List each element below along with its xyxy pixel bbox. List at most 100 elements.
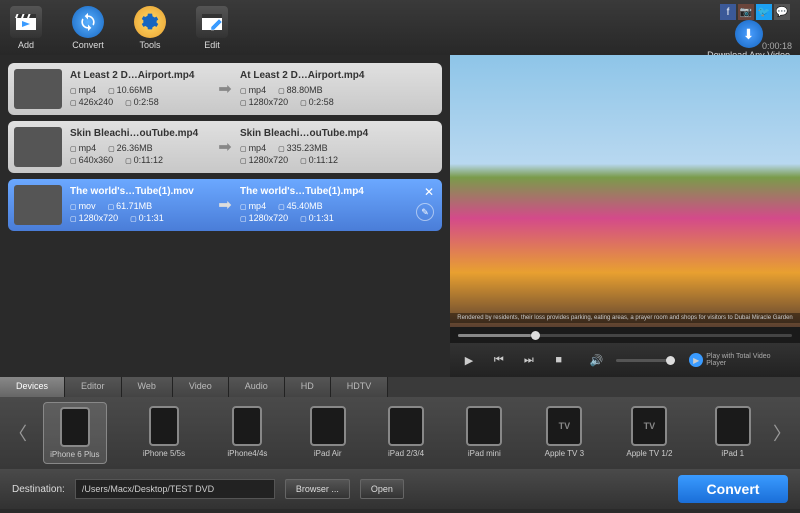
tab-video[interactable]: Video [173, 377, 229, 397]
preview-caption: Rendered by residents, their loss provid… [450, 313, 800, 323]
device-label: iPad 2/3/4 [388, 449, 424, 458]
src-size: 10.66MB [108, 85, 153, 95]
device-icon [310, 406, 346, 446]
dst-duration: 0:1:31 [300, 213, 334, 223]
browser-button[interactable]: Browser ... [285, 479, 350, 499]
dst-format: mp4 [240, 143, 266, 153]
download-icon: ⬇ [735, 20, 763, 48]
thumbnail [14, 185, 62, 225]
convert-main-button[interactable]: Convert [678, 475, 788, 503]
dst-size: 45.40MB [278, 201, 323, 211]
main-toolbar: Add Convert Tools Edit f 📷 🐦 💬 ⬇ Downloa… [0, 0, 800, 55]
volume-slider[interactable] [616, 359, 676, 362]
arrow-icon: ➡ [210, 195, 240, 215]
dst-title: The world's…Tube(1).mp4 [240, 186, 380, 197]
device-label: iPad Air [314, 449, 342, 458]
src-resolution: 640x360 [70, 155, 113, 165]
pencil-icon [196, 6, 228, 38]
device-prev-button[interactable]: 〈 [8, 420, 28, 446]
edit-button[interactable]: Edit [196, 6, 228, 50]
tab-hdtv[interactable]: HDTV [331, 377, 389, 397]
tab-editor[interactable]: Editor [65, 377, 122, 397]
facebook-icon[interactable]: f [720, 4, 736, 20]
convert-button[interactable]: Convert [72, 6, 104, 50]
footer-bar: Destination: Browser ... Open Convert [0, 469, 800, 509]
device-label: Apple TV 1/2 [626, 449, 672, 458]
src-format: mp4 [70, 85, 96, 95]
time-display: 0:00:18 [762, 41, 792, 51]
device-icon [149, 406, 179, 446]
device-label: iPhone4/4s [227, 449, 267, 458]
src-title: Skin Bleachi…ouTube.mp4 [70, 128, 210, 139]
volume-icon[interactable]: 🔊 [586, 349, 608, 371]
dst-size: 88.80MB [278, 85, 323, 95]
src-duration: 0:1:31 [130, 213, 164, 223]
device-icon [466, 406, 502, 446]
dst-resolution: 1280x720 [240, 155, 288, 165]
destination-label: Destination: [12, 484, 65, 495]
device-label: iPhone 6 Plus [50, 450, 99, 459]
stop-button[interactable]: ■ [548, 349, 570, 371]
dst-format: mp4 [240, 85, 266, 95]
device-icon [388, 406, 424, 446]
gear-icon [134, 6, 166, 38]
file-list: At Least 2 D…Airport.mp4 mp4 10.66MB 426x… [0, 55, 450, 377]
device-option[interactable]: iPhone4/4s [221, 402, 273, 464]
clapperboard-icon [10, 6, 42, 38]
src-format: mov [70, 201, 96, 211]
tab-devices[interactable]: Devices [0, 377, 65, 397]
device-option[interactable]: iPad Air [304, 402, 352, 464]
dst-format: mp4 [240, 201, 266, 211]
file-item[interactable]: The world's…Tube(1).mov mov61.71MB 1280x… [8, 179, 442, 231]
other-icon[interactable]: 💬 [774, 4, 790, 20]
device-option[interactable]: TVApple TV 1/2 [620, 402, 678, 464]
device-option[interactable]: iPhone 6 Plus [43, 402, 106, 464]
arrow-icon: ➡ [210, 79, 240, 99]
dst-duration: 0:2:58 [300, 97, 334, 107]
device-option[interactable]: iPad mini [460, 402, 508, 464]
add-button[interactable]: Add [10, 6, 42, 50]
file-item[interactable]: Skin Bleachi…ouTube.mp4 mp426.36MB 640x3… [8, 121, 442, 173]
src-title: At Least 2 D…Airport.mp4 [70, 70, 210, 81]
open-button[interactable]: Open [360, 479, 404, 499]
device-option[interactable]: iPad 1 [709, 402, 757, 464]
refresh-icon [72, 6, 104, 38]
device-option[interactable]: iPhone 5/5s [137, 402, 191, 464]
device-next-button[interactable]: 〉 [772, 420, 792, 446]
preview-panel: Rendered by residents, their loss provid… [450, 55, 800, 377]
dst-size: 335.23MB [278, 143, 328, 153]
tab-audio[interactable]: Audio [229, 377, 285, 397]
instagram-icon[interactable]: 📷 [738, 4, 754, 20]
src-resolution: 1280x720 [70, 213, 118, 223]
tab-hd[interactable]: HD [285, 377, 331, 397]
device-label: Apple TV 3 [545, 449, 584, 458]
next-button[interactable]: ⏭ [518, 349, 540, 371]
arrow-icon: ➡ [210, 137, 240, 157]
twitter-icon[interactable]: 🐦 [756, 4, 772, 20]
device-label: iPad mini [468, 449, 501, 458]
dst-resolution: 1280x720 [240, 213, 288, 223]
play-external-link[interactable]: ▶ Play with Total Video Player [689, 353, 792, 367]
device-label: iPad 1 [721, 449, 744, 458]
dst-duration: 0:11:12 [300, 155, 338, 165]
tab-web[interactable]: Web [122, 377, 173, 397]
edit-item-button[interactable]: ✎ [416, 203, 434, 221]
play-button[interactable]: ▶ [458, 349, 480, 371]
prev-button[interactable]: ⏮ [488, 349, 510, 371]
video-preview[interactable]: Rendered by residents, their loss provid… [450, 55, 800, 327]
download-any-video-button[interactable]: ⬇ Download Any Video [707, 20, 790, 60]
tools-button[interactable]: Tools [134, 6, 166, 50]
dst-title: At Least 2 D…Airport.mp4 [240, 70, 380, 81]
thumbnail [14, 69, 62, 109]
device-option[interactable]: iPad 2/3/4 [382, 402, 430, 464]
destination-input[interactable] [75, 479, 275, 499]
social-links: f 📷 🐦 💬 [720, 4, 790, 20]
device-icon: TV [546, 406, 582, 446]
close-icon[interactable]: ✕ [424, 185, 434, 199]
file-item[interactable]: At Least 2 D…Airport.mp4 mp4 10.66MB 426x… [8, 63, 442, 115]
seek-bar[interactable]: 0:00:18 [450, 327, 800, 343]
player-controls: ▶ ⏮ ⏭ ■ 🔊 ▶ Play with Total Video Player [450, 343, 800, 377]
dst-title: Skin Bleachi…ouTube.mp4 [240, 128, 380, 139]
src-resolution: 426x240 [70, 97, 113, 107]
device-option[interactable]: TV Apple TV 3 [539, 402, 590, 464]
